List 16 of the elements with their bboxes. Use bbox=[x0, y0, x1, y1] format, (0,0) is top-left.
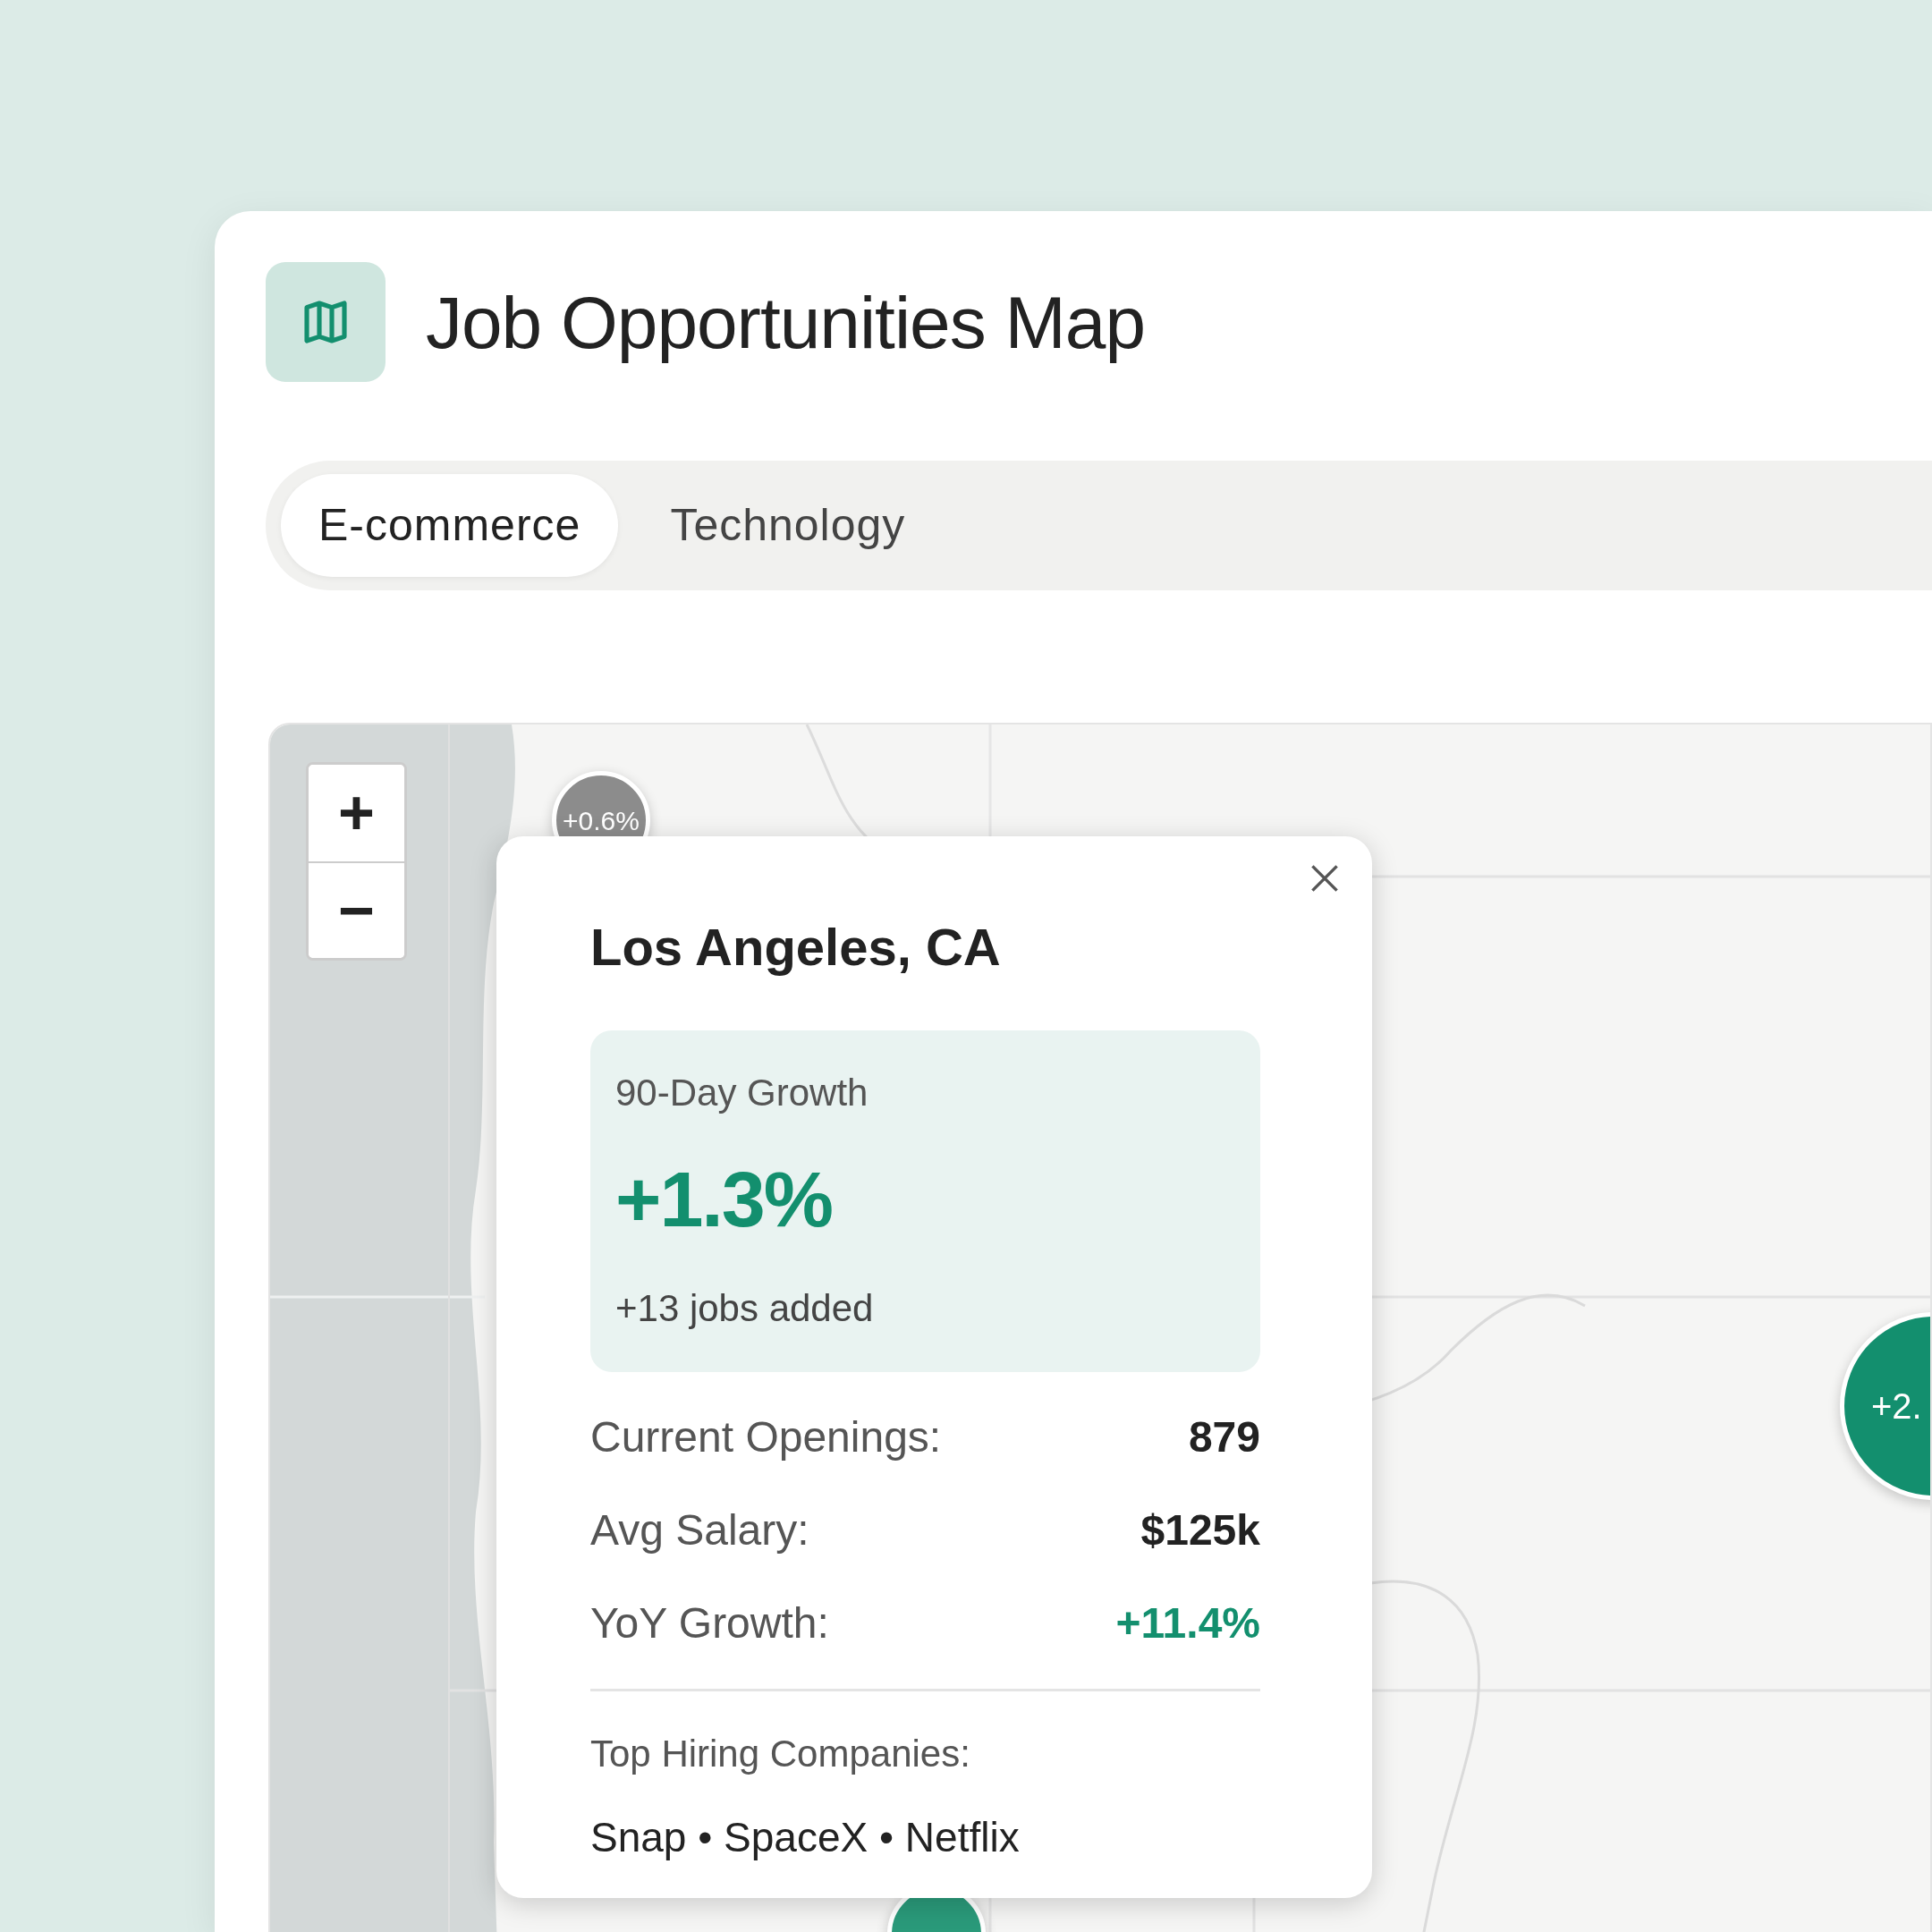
zoom-out-button[interactable]: − bbox=[309, 861, 404, 958]
popup-title: Los Angeles, CA bbox=[590, 917, 1002, 978]
growth-label: 90-Day Growth bbox=[615, 1071, 869, 1115]
stat-label: YoY Growth: bbox=[590, 1598, 829, 1648]
stat-value: 879 bbox=[1188, 1412, 1260, 1462]
companies-list: Snap • SpaceX • Netflix bbox=[590, 1807, 1260, 1868]
stat-value: +11.4% bbox=[1115, 1598, 1260, 1648]
stat-value: $125k bbox=[1140, 1505, 1260, 1555]
growth-note: +13 jobs added bbox=[615, 1286, 875, 1331]
growth-value: +1.3% bbox=[615, 1154, 833, 1245]
stat-label: Current Openings: bbox=[590, 1412, 942, 1462]
tab[interactable]: Technology bbox=[632, 474, 944, 577]
tab[interactable]: E-commerce bbox=[281, 474, 619, 577]
page-title: Job Opportunities Map bbox=[426, 280, 1145, 365]
companies-label: Top Hiring Companies: bbox=[590, 1732, 971, 1776]
stat-label: Avg Salary: bbox=[590, 1505, 809, 1555]
